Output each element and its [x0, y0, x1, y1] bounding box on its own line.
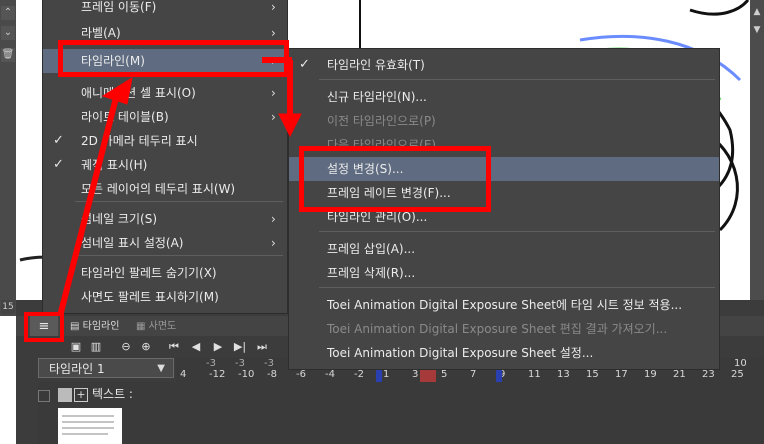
annotation-arrows	[24, 57, 302, 342]
screen: ⌃ ⌄ 🗑 15 ▲ ▼ ▤ 타임라인 ▦ 사면도 ≡ ▣ ▥ ⊖ ⊕ ⏮ ◀ …	[0, 0, 764, 444]
